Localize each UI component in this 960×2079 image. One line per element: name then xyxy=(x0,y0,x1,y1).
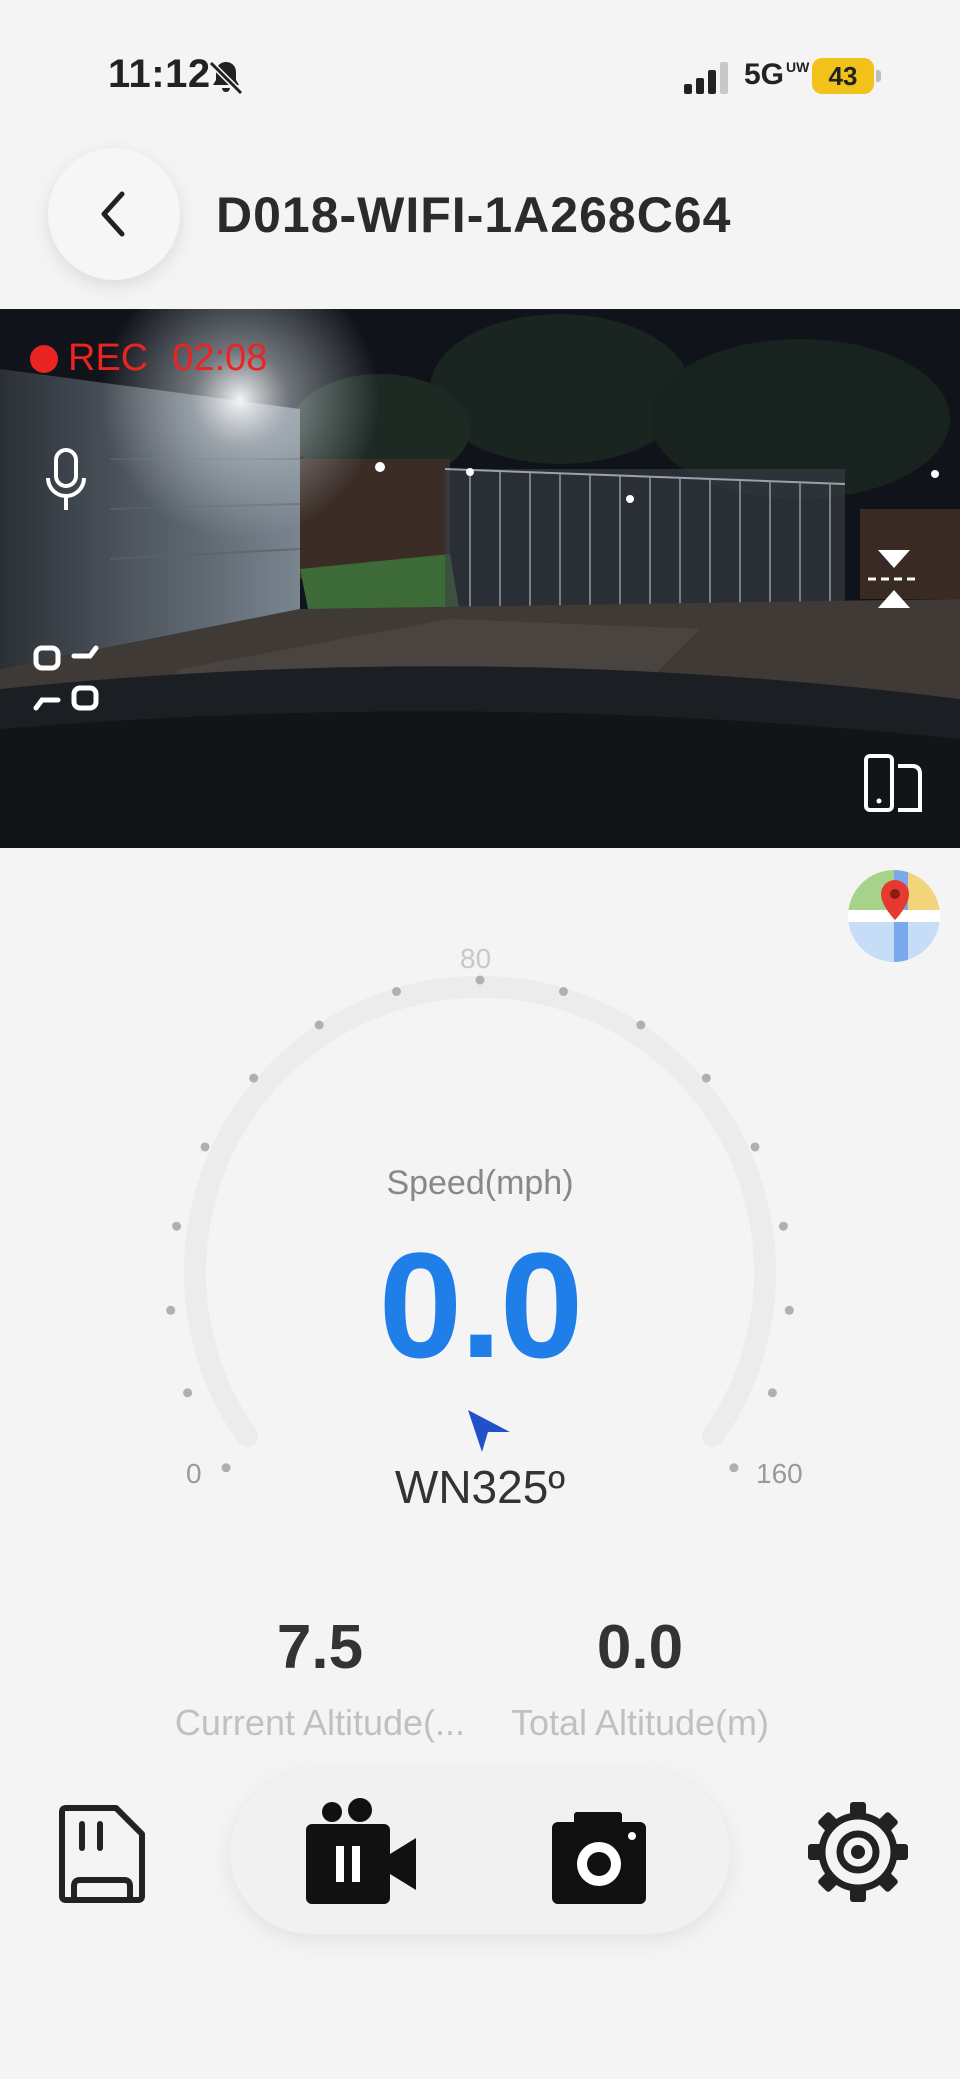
map-location-icon xyxy=(848,870,940,962)
rotate-screen-icon[interactable] xyxy=(862,752,924,814)
gauge-tick-dot xyxy=(750,1142,760,1152)
heading-value: WN325º xyxy=(394,1461,566,1513)
gauge-mid-label: 80 xyxy=(460,943,492,974)
speed-value: 0.0 xyxy=(378,1221,584,1389)
speed-label: Speed(mph) xyxy=(386,1164,574,1202)
gauge-tick-dot xyxy=(166,1305,176,1315)
gauge-tick-dot xyxy=(475,975,485,985)
gauge-tick-dot xyxy=(314,1020,324,1030)
gauge-tick-dot xyxy=(729,1463,739,1473)
settings-gear-icon[interactable] xyxy=(806,1800,910,1904)
rec-time: 02:08 xyxy=(172,337,268,379)
map-button[interactable] xyxy=(848,870,940,962)
camera-scene xyxy=(0,309,960,848)
pause-recording-icon[interactable] xyxy=(302,1798,422,1906)
rec-dot-icon xyxy=(30,344,58,373)
rec-label: REC xyxy=(68,337,149,379)
gauge-tick-dot xyxy=(636,1020,646,1030)
muted-bell-icon xyxy=(208,60,244,96)
status-time: 11:12 xyxy=(108,52,211,96)
gauge-tick-dot xyxy=(767,1388,777,1398)
gauge-tick-dot xyxy=(249,1073,259,1083)
microphone-icon[interactable] xyxy=(40,448,92,514)
total-altitude-value: 0.0 xyxy=(596,1613,684,1682)
gauge-tick-dot xyxy=(392,987,401,996)
collapse-view-icon[interactable] xyxy=(866,548,922,610)
gauge-tick-dot xyxy=(221,1463,231,1473)
heading-arrow-icon xyxy=(468,1410,510,1452)
camera-icon[interactable] xyxy=(548,1808,650,1908)
battery-indicator: 43 xyxy=(812,58,882,94)
battery-level: 43 xyxy=(828,61,858,91)
page-title: D018-WIFI-1A268C64 xyxy=(216,187,732,243)
switch-camera-icon[interactable] xyxy=(30,642,102,714)
gauge-tick-dot xyxy=(701,1073,711,1083)
total-altitude-label: Total Altitude(m) xyxy=(510,1702,770,1743)
gauge-tick-dot xyxy=(784,1305,794,1315)
gauge-tick-dot xyxy=(172,1221,182,1231)
sd-card-icon[interactable] xyxy=(58,1804,146,1904)
gauge-tick-dot xyxy=(183,1388,193,1398)
network-type: 5G xyxy=(744,58,785,91)
chevron-left-icon xyxy=(101,191,125,237)
current-altitude-value: 7.5 xyxy=(276,1613,364,1682)
network-sup: UW xyxy=(786,59,810,75)
gauge-tick-dot xyxy=(559,987,568,996)
gauge-min-label: 0 xyxy=(186,1458,202,1489)
gauge-tick-dot xyxy=(200,1142,210,1152)
cell-signal-icon xyxy=(684,62,728,94)
current-altitude-label: Current Altitude(... xyxy=(174,1702,466,1743)
live-video-feed[interactable] xyxy=(0,309,960,848)
gauge-tick-dot xyxy=(778,1221,788,1231)
gauge-max-label: 160 xyxy=(756,1458,803,1489)
back-button[interactable] xyxy=(48,148,180,280)
recording-indicator: REC 02:08 xyxy=(30,337,267,380)
